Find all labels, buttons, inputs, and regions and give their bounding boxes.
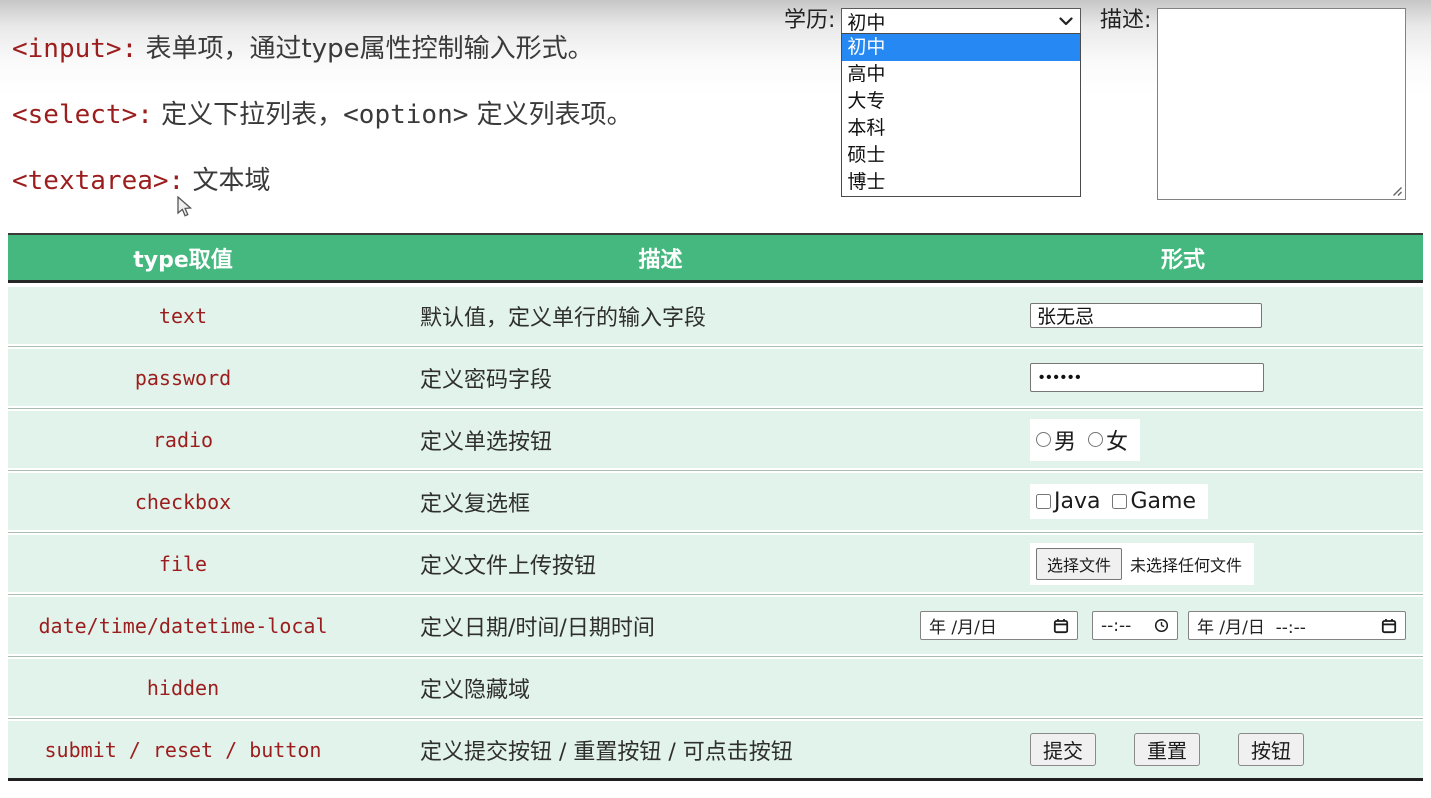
time-input[interactable]: --:-- bbox=[1092, 611, 1178, 640]
dropdown-option-chuzhong[interactable]: 初中 bbox=[842, 34, 1080, 61]
submit-button[interactable]: 提交 bbox=[1030, 733, 1096, 766]
education-label: 学历: bbox=[784, 8, 835, 34]
col-header-desc: 描述 bbox=[358, 242, 1018, 274]
resize-grip-icon[interactable] bbox=[1391, 185, 1403, 197]
table-row-text: text 默认值，定义单行的输入字段 bbox=[8, 287, 1423, 344]
row-separator bbox=[8, 468, 1423, 473]
row-separator bbox=[8, 530, 1423, 535]
table-row-radio: radio 定义单选按钮 男 女 bbox=[8, 411, 1423, 468]
table-row-password: password 定义密码字段 bbox=[8, 349, 1423, 406]
desc-cell: 定义提交按钮 / 重置按钮 / 可点击按钮 bbox=[358, 734, 1018, 766]
type-cell: date/time/datetime-local bbox=[8, 614, 358, 638]
table-header-row: type取值 描述 形式 bbox=[8, 233, 1423, 283]
education-field: 学历: 初中 初中 高中 大专 本科 硕士 博士 bbox=[784, 8, 1081, 34]
checkbox-game-label: Game bbox=[1130, 489, 1196, 514]
intro-line-textarea-text: 文本域 bbox=[184, 166, 270, 196]
choose-file-button[interactable]: 选择文件 bbox=[1036, 548, 1122, 580]
education-select[interactable]: 初中 bbox=[841, 8, 1081, 34]
col-header-form: 形式 bbox=[1018, 242, 1423, 274]
col-header-type: type取值 bbox=[8, 242, 358, 274]
date-input[interactable]: 年 /月/日 bbox=[920, 611, 1078, 640]
row-separator bbox=[8, 716, 1423, 721]
time-placeholder: --:-- bbox=[1101, 616, 1131, 636]
form-types-table: type取值 描述 形式 text 默认值，定义单行的输入字段 password… bbox=[8, 233, 1423, 781]
gender-radio-group: 男 女 bbox=[1030, 419, 1140, 461]
calendar-icon[interactable] bbox=[1381, 618, 1397, 634]
row-separator bbox=[8, 344, 1423, 349]
file-status-text: 未选择任何文件 bbox=[1130, 552, 1242, 576]
checkbox-java-label: Java bbox=[1054, 489, 1100, 514]
type-cell: password bbox=[8, 366, 358, 390]
hobby-checkbox-group: Java Game bbox=[1030, 484, 1208, 519]
date-inputs-group: 年 /月/日 --:-- 年 /月/日 --:-- bbox=[920, 611, 1406, 640]
radio-male[interactable] bbox=[1036, 432, 1051, 447]
desc-cell: 定义复选框 bbox=[358, 486, 1018, 518]
intro-notes: <input>: 表单项，通过type属性控制输入形式。 <select>: 定… bbox=[12, 34, 633, 232]
desc-cell: 定义隐藏域 bbox=[358, 672, 1018, 704]
table-row-checkbox: checkbox 定义复选框 Java Game bbox=[8, 473, 1423, 530]
date-placeholder: 年 /月/日 bbox=[929, 613, 997, 638]
chevron-down-icon bbox=[1059, 17, 1073, 26]
description-label: 描述: bbox=[1100, 8, 1151, 34]
select-tag-code: <select>: bbox=[12, 100, 153, 130]
table-row-buttons: submit / reset / button 定义提交按钮 / 重置按钮 / … bbox=[8, 721, 1423, 778]
description-field: 描述: bbox=[1100, 8, 1406, 200]
radio-female-label: 女 bbox=[1106, 424, 1128, 456]
checkbox-java[interactable] bbox=[1036, 494, 1051, 509]
text-input[interactable] bbox=[1030, 303, 1262, 328]
row-separator bbox=[8, 654, 1423, 659]
dropdown-option-gaozhong[interactable]: 高中 bbox=[842, 61, 1080, 88]
type-cell: file bbox=[8, 552, 358, 576]
dropdown-option-shuoshi[interactable]: 硕士 bbox=[842, 142, 1080, 169]
generic-button[interactable]: 按钮 bbox=[1238, 733, 1304, 766]
mouse-cursor-icon bbox=[176, 196, 193, 219]
desc-cell: 定义密码字段 bbox=[358, 362, 1018, 394]
type-cell: text bbox=[8, 304, 358, 328]
radio-female[interactable] bbox=[1088, 432, 1103, 447]
intro-line-select: <select>: 定义下拉列表，<option> 定义列表项。 bbox=[12, 100, 633, 130]
type-cell: radio bbox=[8, 428, 358, 452]
checkbox-game[interactable] bbox=[1112, 494, 1127, 509]
table-row-file: file 定义文件上传按钮 选择文件 未选择任何文件 bbox=[8, 535, 1423, 592]
dropdown-option-boshi[interactable]: 博士 bbox=[842, 169, 1080, 196]
reset-button[interactable]: 重置 bbox=[1134, 733, 1200, 766]
intro-line-textarea: <textarea>: 文本域 bbox=[12, 166, 633, 196]
desc-cell: 定义单选按钮 bbox=[358, 424, 1018, 456]
education-dropdown: 初中 高中 大专 本科 硕士 博士 bbox=[841, 33, 1081, 197]
type-cell: checkbox bbox=[8, 490, 358, 514]
table-body: text 默认值，定义单行的输入字段 password 定义密码字段 radio… bbox=[8, 287, 1423, 778]
table-bottom-border bbox=[8, 778, 1423, 781]
intro-line-select-text: 定义下拉列表， bbox=[153, 100, 343, 130]
radio-male-label: 男 bbox=[1054, 424, 1076, 456]
datetime-placeholder: 年 /月/日 --:-- bbox=[1197, 613, 1306, 638]
intro-line-input: <input>: 表单项，通过type属性控制输入形式。 bbox=[12, 34, 633, 64]
type-cell: hidden bbox=[8, 676, 358, 700]
textarea-tag-code: <textarea>: bbox=[12, 166, 184, 196]
desc-cell: 定义文件上传按钮 bbox=[358, 548, 1018, 580]
table-row-hidden: hidden 定义隐藏域 bbox=[8, 659, 1423, 716]
button-group: 提交 重置 按钮 bbox=[1030, 733, 1342, 766]
calendar-icon[interactable] bbox=[1053, 618, 1069, 634]
intro-line-select-text2: 定义列表项。 bbox=[468, 100, 632, 130]
datetime-input[interactable]: 年 /月/日 --:-- bbox=[1188, 611, 1406, 640]
table-row-date: date/time/datetime-local 定义日期/时间/日期时间 年 … bbox=[8, 597, 1423, 654]
type-cell: submit / reset / button bbox=[8, 738, 358, 762]
input-tag-code: <input>: bbox=[12, 34, 137, 64]
clock-icon[interactable] bbox=[1154, 618, 1169, 633]
education-select-wrap: 初中 初中 高中 大专 本科 硕士 博士 bbox=[841, 8, 1081, 34]
dropdown-option-dazhuan[interactable]: 大专 bbox=[842, 88, 1080, 115]
desc-cell: 定义日期/时间/日期时间 bbox=[358, 610, 1018, 642]
education-select-value: 初中 bbox=[847, 8, 885, 35]
password-input[interactable] bbox=[1030, 363, 1264, 392]
intro-line-input-text: 表单项，通过type属性控制输入形式。 bbox=[137, 34, 593, 64]
dropdown-option-benke[interactable]: 本科 bbox=[842, 115, 1080, 142]
desc-cell: 默认值，定义单行的输入字段 bbox=[358, 300, 1018, 332]
description-textarea[interactable] bbox=[1157, 8, 1406, 200]
file-upload-group: 选择文件 未选择任何文件 bbox=[1030, 543, 1254, 585]
option-tag-code: <option> bbox=[343, 100, 468, 130]
row-separator bbox=[8, 592, 1423, 597]
row-separator bbox=[8, 406, 1423, 411]
